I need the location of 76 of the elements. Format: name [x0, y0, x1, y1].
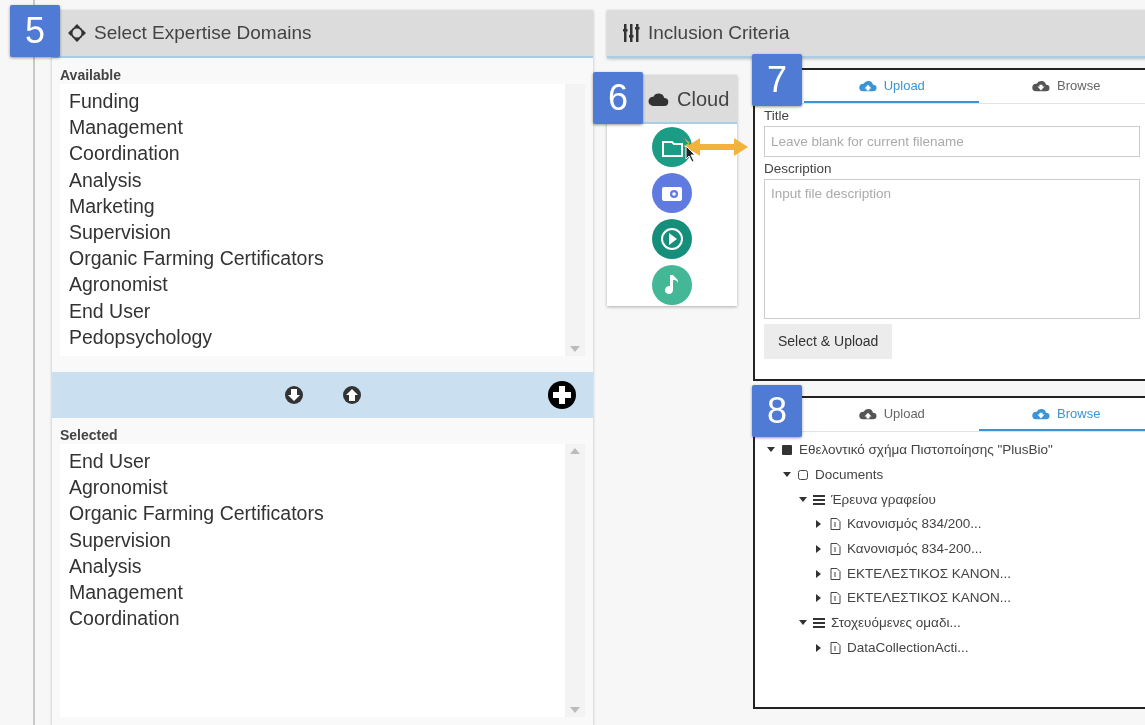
list-item[interactable]: Management	[69, 579, 565, 606]
tree-item[interactable]: ΕΚΤΕΛΕΣΤΙΚΟΣ ΚΑΝΟΝ...	[847, 588, 1012, 609]
add-icon[interactable]	[547, 380, 577, 410]
list-label: Available	[59, 66, 122, 82]
sliders-icon	[623, 24, 640, 42]
list-item[interactable]: Coordination	[69, 140, 565, 167]
list-item[interactable]: Analysis	[69, 552, 565, 579]
list-item[interactable]: Supervision	[69, 526, 565, 553]
panel-title: Select Expertise Domains	[94, 20, 312, 45]
arrow-up-circle-icon[interactable]	[341, 385, 362, 405]
cloud-download-icon	[1031, 406, 1052, 421]
file-icon	[829, 567, 841, 580]
field-label: Title	[764, 108, 790, 125]
arrow-down-circle-icon[interactable]	[283, 385, 304, 405]
cloud-download-icon	[1031, 78, 1052, 93]
list-item[interactable]: Analysis	[69, 166, 565, 193]
cloud-icon	[647, 90, 669, 107]
list-item[interactable]: Agronomist	[69, 474, 565, 501]
cloud-upload-icon	[857, 78, 878, 93]
panel-title: Cloud	[677, 86, 730, 112]
caret-right-icon[interactable]	[815, 594, 823, 603]
list-item[interactable]: Organic Farming Certificators	[69, 500, 565, 527]
square-outline-icon	[797, 469, 809, 482]
field-label: Description	[764, 161, 833, 178]
tree-item[interactable]: Στοχευόμενες ομαδι...	[831, 613, 961, 634]
callout-number: 8	[752, 385, 802, 437]
tree-item[interactable]: Documents	[815, 464, 884, 486]
caret-right-icon[interactable]	[815, 569, 823, 578]
tree-item[interactable]: Εθελοντικό σχήμα Πιστοποίησης "PlusBio"	[799, 440, 1053, 461]
upload-button[interactable]: Select & Upload	[764, 324, 893, 360]
callout-number: 6	[593, 72, 643, 124]
list-item[interactable]: End User	[69, 297, 565, 324]
play-button[interactable]	[651, 218, 693, 260]
scroll-up-icon	[570, 448, 580, 454]
folder-button[interactable]	[651, 126, 693, 168]
file-icon	[829, 592, 841, 605]
caret-right-icon[interactable]	[815, 520, 823, 529]
title-field[interactable]: Leave blank for current filename	[764, 126, 1140, 158]
tree-item[interactable]: DataCollectionActi...	[847, 637, 969, 658]
callout-number: 5	[10, 5, 60, 57]
scroll-down-icon	[570, 707, 580, 713]
tree-item[interactable]: Έρευνα γραφείου	[831, 489, 936, 510]
list-item[interactable]: Organic Farming Certificators	[69, 245, 565, 272]
scrollbar[interactable]	[565, 444, 585, 717]
tree-item[interactable]: ΕΚΤΕΛΕΣΤΙΚΟΣ ΚΑΝΟΝ...	[847, 563, 1012, 584]
file-icon	[829, 518, 841, 531]
caret-down-icon[interactable]	[799, 495, 807, 504]
panel-title: Inclusion Criteria	[648, 20, 790, 45]
file-icon	[829, 543, 841, 556]
callout-number: 7	[752, 54, 802, 106]
tree-item[interactable]: Κανονισμός 834/200...	[847, 514, 982, 535]
scrollbar[interactable]	[565, 84, 585, 356]
cloud-upload-icon	[857, 406, 878, 421]
list-item[interactable]: End User	[69, 448, 565, 475]
caret-right-icon[interactable]	[815, 545, 823, 554]
camera-button[interactable]	[651, 172, 693, 214]
description-field[interactable]: Input file description	[764, 179, 1140, 320]
list-item[interactable]: Funding	[69, 88, 565, 115]
list-label: Selected	[59, 426, 119, 442]
tree-item[interactable]: Κανονισμός 834-200...	[847, 538, 983, 560]
list-item[interactable]: Management	[69, 114, 565, 141]
file-icon	[829, 641, 841, 654]
list-item[interactable]: Coordination	[69, 605, 565, 632]
tab[interactable]: Browse	[978, 70, 1145, 103]
list-item[interactable]: Supervision	[69, 219, 565, 246]
list-item[interactable]: Agronomist	[69, 271, 565, 298]
cursor-icon	[685, 145, 697, 163]
crosshair-icon	[68, 24, 86, 42]
list-item[interactable]: Pedopsychology	[69, 323, 565, 351]
list-icon	[813, 617, 825, 630]
scroll-down-icon	[570, 346, 580, 352]
caret-right-icon[interactable]	[815, 643, 823, 652]
square-icon	[781, 444, 793, 457]
list-item[interactable]: Marketing	[69, 192, 565, 219]
list-icon	[813, 493, 825, 506]
tab[interactable]: Upload	[804, 398, 979, 431]
